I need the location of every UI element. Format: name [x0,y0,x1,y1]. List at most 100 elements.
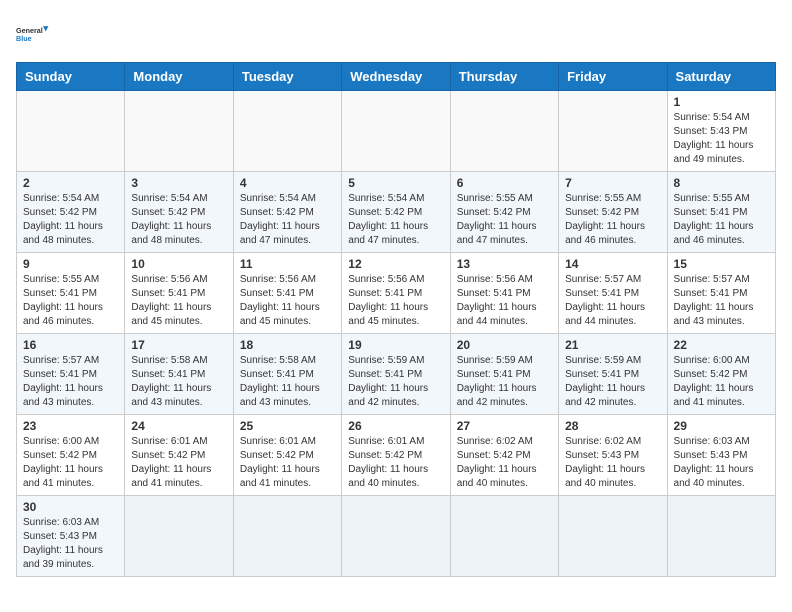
day-info: Sunrise: 5:55 AM Sunset: 5:42 PM Dayligh… [457,192,552,248]
day-info: Sunrise: 5:59 AM Sunset: 5:41 PM Dayligh… [348,354,443,410]
day-info: Sunrise: 6:02 AM Sunset: 5:42 PM Dayligh… [457,435,552,491]
day-info: Sunrise: 5:54 AM Sunset: 5:42 PM Dayligh… [240,192,335,248]
week-row-2: 2 Sunrise: 5:54 AM Sunset: 5:42 PM Daylig… [17,172,776,253]
day-info: Sunrise: 6:00 AM Sunset: 5:42 PM Dayligh… [674,354,769,410]
week-row-3: 9 Sunrise: 5:55 AM Sunset: 5:41 PM Daylig… [17,253,776,334]
day-cell [125,496,233,577]
day-cell: 23 Sunrise: 6:00 AM Sunset: 5:42 PM Dayli… [17,415,125,496]
svg-text:Blue: Blue [16,34,32,43]
weekday-header-tuesday: Tuesday [233,63,341,91]
day-info: Sunrise: 6:00 AM Sunset: 5:42 PM Dayligh… [23,435,118,491]
day-info: Sunrise: 6:01 AM Sunset: 5:42 PM Dayligh… [131,435,226,491]
day-info: Sunrise: 5:59 AM Sunset: 5:41 PM Dayligh… [565,354,660,410]
day-number: 29 [674,419,769,433]
day-cell: 28Sunrise: 6:02 AM Sunset: 5:43 PM Dayli… [559,415,667,496]
day-cell: 14 Sunrise: 5:57 AM Sunset: 5:41 PM Dayli… [559,253,667,334]
day-info: Sunrise: 6:03 AM Sunset: 5:43 PM Dayligh… [674,435,769,491]
day-number: 12 [348,257,443,271]
day-info: Sunrise: 6:01 AM Sunset: 5:42 PM Dayligh… [240,435,335,491]
day-cell: 5 Sunrise: 5:54 AM Sunset: 5:42 PM Daylig… [342,172,450,253]
day-cell: 22 Sunrise: 6:00 AM Sunset: 5:42 PM Dayli… [667,334,775,415]
day-info: Sunrise: 5:54 AM Sunset: 5:42 PM Dayligh… [23,192,118,248]
day-number: 26 [348,419,443,433]
day-info: Sunrise: 5:56 AM Sunset: 5:41 PM Dayligh… [240,273,335,329]
day-number: 5 [348,176,443,190]
day-info: Sunrise: 5:57 AM Sunset: 5:41 PM Dayligh… [23,354,118,410]
day-info: Sunrise: 5:55 AM Sunset: 5:42 PM Dayligh… [565,192,660,248]
day-info: Sunrise: 5:58 AM Sunset: 5:41 PM Dayligh… [131,354,226,410]
svg-text:General: General [16,26,43,35]
week-row-4: 16 Sunrise: 5:57 AM Sunset: 5:41 PM Dayli… [17,334,776,415]
day-number: 30 [23,500,118,514]
day-cell: 10Sunrise: 5:56 AM Sunset: 5:41 PM Dayli… [125,253,233,334]
day-cell: 29 Sunrise: 6:03 AM Sunset: 5:43 PM Dayli… [667,415,775,496]
day-number: 13 [457,257,552,271]
day-info: Sunrise: 6:03 AM Sunset: 5:43 PM Dayligh… [23,516,118,572]
weekday-header-wednesday: Wednesday [342,63,450,91]
day-cell: 12 Sunrise: 5:56 AM Sunset: 5:41 PM Dayli… [342,253,450,334]
day-cell [233,91,341,172]
day-number: 4 [240,176,335,190]
day-number: 2 [23,176,118,190]
day-cell: 1 Sunrise: 5:54 AM Sunset: 5:43 PM Daylig… [667,91,775,172]
day-cell: 9 Sunrise: 5:55 AM Sunset: 5:41 PM Daylig… [17,253,125,334]
weekday-header-saturday: Saturday [667,63,775,91]
day-cell: 4 Sunrise: 5:54 AM Sunset: 5:42 PM Daylig… [233,172,341,253]
day-cell: 30 Sunrise: 6:03 AM Sunset: 5:43 PM Dayli… [17,496,125,577]
day-info: Sunrise: 5:55 AM Sunset: 5:41 PM Dayligh… [674,192,769,248]
calendar-table: SundayMondayTuesdayWednesdayThursdayFrid… [16,62,776,577]
day-number: 22 [674,338,769,352]
day-number: 16 [23,338,118,352]
logo-icon: GeneralBlue [16,16,52,52]
day-cell: 26Sunrise: 6:01 AM Sunset: 5:42 PM Dayli… [342,415,450,496]
day-info: Sunrise: 5:54 AM Sunset: 5:42 PM Dayligh… [348,192,443,248]
day-number: 9 [23,257,118,271]
day-number: 19 [348,338,443,352]
day-number: 14 [565,257,660,271]
day-cell [342,496,450,577]
weekday-header-thursday: Thursday [450,63,558,91]
logo: GeneralBlue [16,16,52,52]
day-info: Sunrise: 5:55 AM Sunset: 5:41 PM Dayligh… [23,273,118,329]
day-info: Sunrise: 5:57 AM Sunset: 5:41 PM Dayligh… [565,273,660,329]
day-cell: 7 Sunrise: 5:55 AM Sunset: 5:42 PM Daylig… [559,172,667,253]
day-cell: 17 Sunrise: 5:58 AM Sunset: 5:41 PM Dayli… [125,334,233,415]
day-info: Sunrise: 5:59 AM Sunset: 5:41 PM Dayligh… [457,354,552,410]
day-cell [667,496,775,577]
day-number: 24 [131,419,226,433]
day-number: 18 [240,338,335,352]
day-number: 17 [131,338,226,352]
day-info: Sunrise: 5:54 AM Sunset: 5:42 PM Dayligh… [131,192,226,248]
day-number: 25 [240,419,335,433]
weekday-header-sunday: Sunday [17,63,125,91]
day-cell [17,91,125,172]
day-cell: 3 Sunrise: 5:54 AM Sunset: 5:42 PM Daylig… [125,172,233,253]
day-cell: 25 Sunrise: 6:01 AM Sunset: 5:42 PM Dayli… [233,415,341,496]
day-cell: 13Sunrise: 5:56 AM Sunset: 5:41 PM Dayli… [450,253,558,334]
day-cell: 24 Sunrise: 6:01 AM Sunset: 5:42 PM Dayli… [125,415,233,496]
day-number: 27 [457,419,552,433]
day-cell [450,91,558,172]
day-cell: 18 Sunrise: 5:58 AM Sunset: 5:41 PM Dayli… [233,334,341,415]
weekday-header-monday: Monday [125,63,233,91]
day-number: 3 [131,176,226,190]
day-number: 15 [674,257,769,271]
day-number: 23 [23,419,118,433]
day-cell [233,496,341,577]
week-row-6: 30 Sunrise: 6:03 AM Sunset: 5:43 PM Dayli… [17,496,776,577]
day-cell [125,91,233,172]
day-info: Sunrise: 5:54 AM Sunset: 5:43 PM Dayligh… [674,111,769,167]
day-cell: 8Sunrise: 5:55 AM Sunset: 5:41 PM Daylig… [667,172,775,253]
day-cell: 20 Sunrise: 5:59 AM Sunset: 5:41 PM Dayli… [450,334,558,415]
day-number: 21 [565,338,660,352]
day-info: Sunrise: 5:57 AM Sunset: 5:41 PM Dayligh… [674,273,769,329]
page-header: GeneralBlue [16,16,776,52]
week-row-5: 23 Sunrise: 6:00 AM Sunset: 5:42 PM Dayli… [17,415,776,496]
day-info: Sunrise: 5:56 AM Sunset: 5:41 PM Dayligh… [348,273,443,329]
day-number: 20 [457,338,552,352]
week-row-1: 1 Sunrise: 5:54 AM Sunset: 5:43 PM Daylig… [17,91,776,172]
day-info: Sunrise: 5:58 AM Sunset: 5:41 PM Dayligh… [240,354,335,410]
day-number: 1 [674,95,769,109]
day-cell [559,496,667,577]
day-number: 7 [565,176,660,190]
